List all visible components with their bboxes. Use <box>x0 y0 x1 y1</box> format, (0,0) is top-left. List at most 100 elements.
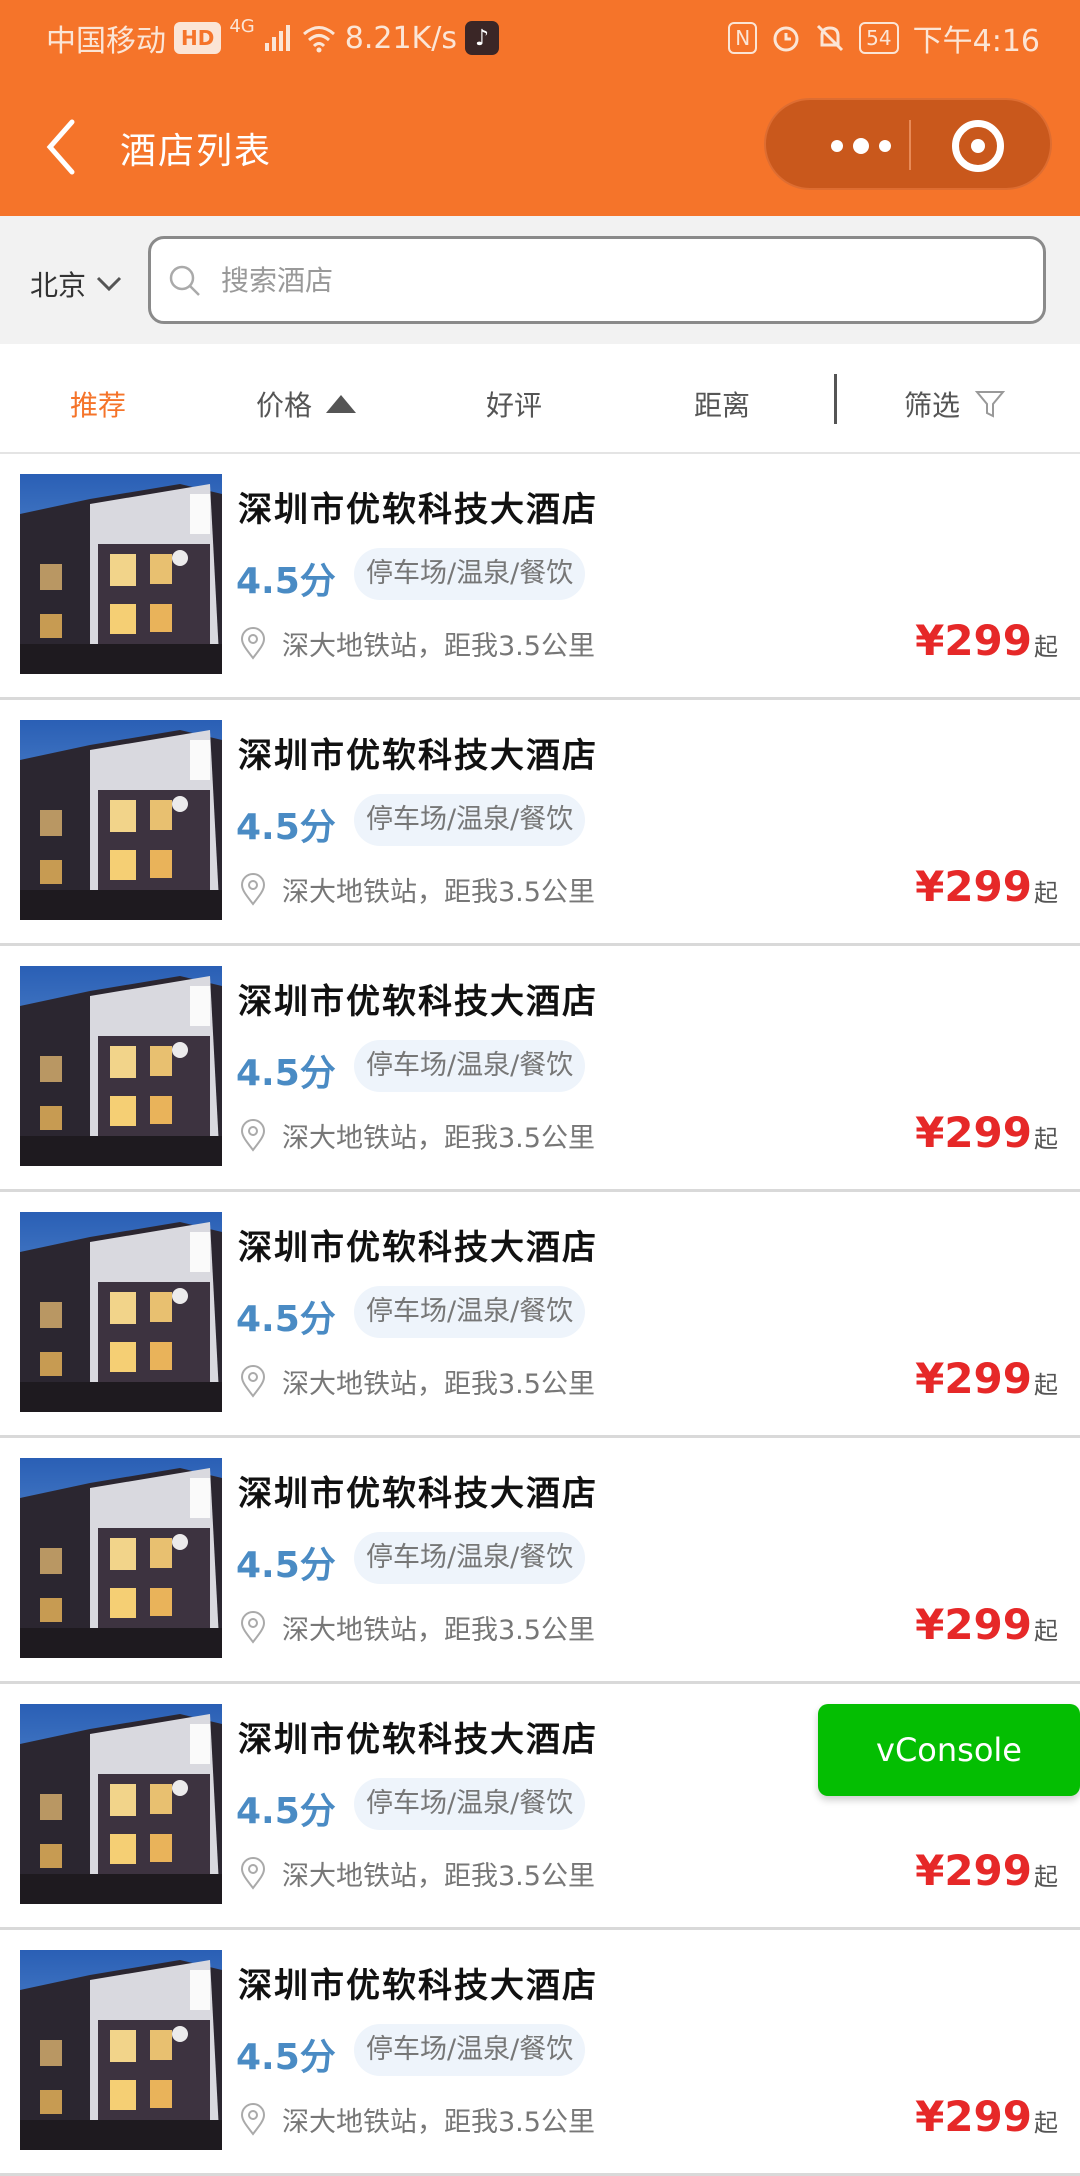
hotel-photo-image <box>20 1950 222 2150</box>
hd-badge: HD <box>174 22 222 54</box>
sort-tab-rating[interactable]: 好评 <box>486 384 542 424</box>
hotel-location-text: 深大地铁站，距我3.5公里 <box>282 1123 595 1154</box>
hotel-list-item[interactable]: 深圳市优软科技大酒店 4.5分 停车场/温泉/餐饮 深大地铁站，距我3.5公里 … <box>0 946 1080 1192</box>
hotel-amenity-tags: 停车场/温泉/餐饮 <box>354 1778 586 1830</box>
tiktok-icon: ♪ <box>464 21 499 55</box>
hotel-price-value: ¥299 <box>915 1354 1032 1403</box>
alarm-icon <box>773 26 799 52</box>
hotel-location: 深大地铁站，距我3.5公里 <box>236 1362 595 1401</box>
hotel-price-suffix: 起 <box>1034 1125 1058 1153</box>
hotel-name[interactable]: 深圳市优软科技大酒店 <box>238 1712 598 1761</box>
location-pin-icon <box>240 2102 266 2136</box>
hotel-price: ¥299起 <box>915 1600 1058 1649</box>
hotel-price-suffix: 起 <box>1034 1617 1058 1645</box>
hotel-price-value: ¥299 <box>915 2092 1032 2141</box>
hotel-price: ¥299起 <box>915 2092 1058 2141</box>
hotel-location: 深大地铁站，距我3.5公里 <box>236 1608 595 1647</box>
back-arrow-icon[interactable] <box>40 118 86 176</box>
hotel-location-text: 深大地铁站，距我3.5公里 <box>282 1369 595 1400</box>
filter-button[interactable]: 筛选 <box>904 384 1006 424</box>
hotel-amenity-tags: 停车场/温泉/餐饮 <box>354 1532 586 1584</box>
hotel-location-text: 深大地铁站，距我3.5公里 <box>282 1861 595 1892</box>
miniprogram-capsule <box>764 98 1052 190</box>
sort-tab-price[interactable]: 价格 <box>256 384 357 424</box>
hotel-thumbnail <box>20 1458 222 1658</box>
location-pin-icon <box>240 1118 266 1152</box>
hotel-photo-image <box>20 1212 222 1412</box>
carrier-label: 中国移动 <box>46 24 166 59</box>
hotel-name[interactable]: 深圳市优软科技大酒店 <box>238 1466 598 1515</box>
hotel-photo-image <box>20 474 222 674</box>
sort-tab-recommend[interactable]: 推荐 <box>70 384 126 424</box>
hotel-amenity-tags: 停车场/温泉/餐饮 <box>354 794 586 846</box>
more-menu-button[interactable] <box>806 124 916 168</box>
hotel-photo-image <box>20 1704 222 1904</box>
hotel-location: 深大地铁站，距我3.5公里 <box>236 870 595 909</box>
hotel-price-suffix: 起 <box>1034 1863 1058 1891</box>
search-box[interactable] <box>148 236 1046 324</box>
hotel-price-suffix: 起 <box>1034 2109 1058 2137</box>
hotel-score: 4.5分 <box>236 1545 336 1586</box>
search-bar: 北京 <box>0 216 1080 344</box>
hotel-list-item[interactable]: 深圳市优软科技大酒店 4.5分 停车场/温泉/餐饮 深大地铁站，距我3.5公里 … <box>0 1438 1080 1684</box>
hotel-thumbnail <box>20 474 222 674</box>
sort-tab-distance[interactable]: 距离 <box>694 384 750 424</box>
sort-tab-label: 推荐 <box>70 389 127 422</box>
signal-icon <box>264 25 290 51</box>
mute-icon <box>817 24 844 52</box>
hotel-name[interactable]: 深圳市优软科技大酒店 <box>238 728 598 777</box>
hotel-location-text: 深大地铁站，距我3.5公里 <box>282 877 595 908</box>
search-input[interactable] <box>219 255 1023 305</box>
hotel-price: ¥299起 <box>915 1354 1058 1403</box>
hotel-thumbnail <box>20 1704 222 1904</box>
city-label: 北京 <box>30 269 87 302</box>
hotel-price-value: ¥299 <box>915 1600 1032 1649</box>
more-dot-icon <box>879 140 891 152</box>
hotel-thumbnail <box>20 720 222 920</box>
hotel-score: 4.5分 <box>236 1053 336 1094</box>
close-miniprogram-button[interactable] <box>952 120 1004 172</box>
sort-ascending-icon <box>326 395 357 413</box>
hotel-thumbnail <box>20 966 222 1166</box>
hotel-list-item[interactable]: 深圳市优软科技大酒店 4.5分 停车场/温泉/餐饮 深大地铁站，距我3.5公里 … <box>0 700 1080 946</box>
hotel-location: 深大地铁站，距我3.5公里 <box>236 624 595 663</box>
hotel-price: ¥299起 <box>915 1108 1058 1157</box>
hotel-name[interactable]: 深圳市优软科技大酒店 <box>238 974 598 1023</box>
hotel-score: 4.5分 <box>236 1791 336 1832</box>
hotel-name[interactable]: 深圳市优软科技大酒店 <box>238 1958 598 2007</box>
close-target-icon <box>971 139 985 153</box>
sort-tab-label: 距离 <box>694 389 751 422</box>
hotel-price-suffix: 起 <box>1034 633 1058 661</box>
city-selector[interactable]: 北京 <box>30 264 122 304</box>
page-title: 酒店列表 <box>120 131 273 172</box>
hotel-amenity-tags: 停车场/温泉/餐饮 <box>354 1040 586 1092</box>
hotel-name[interactable]: 深圳市优软科技大酒店 <box>238 1220 598 1269</box>
hotel-name[interactable]: 深圳市优软科技大酒店 <box>238 482 598 531</box>
status-bar: 中国移动 HD 4G 8.21K/s ♪ N 54 下午4:16 <box>0 0 1080 74</box>
hotel-amenity-tags: 停车场/温泉/餐饮 <box>354 1286 586 1338</box>
filter-funnel-icon <box>974 391 1006 418</box>
hotel-price: ¥299起 <box>915 1846 1058 1895</box>
network-speed: 8.21K/s <box>344 20 457 56</box>
hotel-list-item[interactable]: 深圳市优软科技大酒店 4.5分 停车场/温泉/餐饮 深大地铁站，距我3.5公里 … <box>0 1192 1080 1438</box>
hotel-list-item[interactable]: 深圳市优软科技大酒店 4.5分 停车场/温泉/餐饮 深大地铁站，距我3.5公里 … <box>0 1930 1080 2176</box>
hotel-price-value: ¥299 <box>915 862 1032 911</box>
hotel-location-text: 深大地铁站，距我3.5公里 <box>282 1615 595 1646</box>
location-pin-icon <box>240 626 266 660</box>
hotel-thumbnail <box>20 1212 222 1412</box>
hotel-list-item[interactable]: 深圳市优软科技大酒店 4.5分 停车场/温泉/餐饮 深大地铁站，距我3.5公里 … <box>0 454 1080 700</box>
hotel-score: 4.5分 <box>236 1299 336 1340</box>
hotel-photo-image <box>20 966 222 1166</box>
hotel-location: 深大地铁站，距我3.5公里 <box>236 1116 595 1155</box>
wifi-icon <box>302 26 335 53</box>
sort-divider <box>834 374 837 424</box>
hotel-price-value: ¥299 <box>915 616 1032 665</box>
sort-tab-label: 好评 <box>486 389 543 422</box>
more-dot-icon <box>853 138 869 154</box>
hotel-score: 4.5分 <box>236 2037 336 2078</box>
vconsole-button[interactable]: vConsole <box>818 1704 1080 1796</box>
network-label: 4G <box>229 16 255 37</box>
sort-bar: 推荐 价格 好评 距离 筛选 <box>0 344 1080 454</box>
location-pin-icon <box>240 1610 266 1644</box>
search-icon <box>169 265 200 296</box>
